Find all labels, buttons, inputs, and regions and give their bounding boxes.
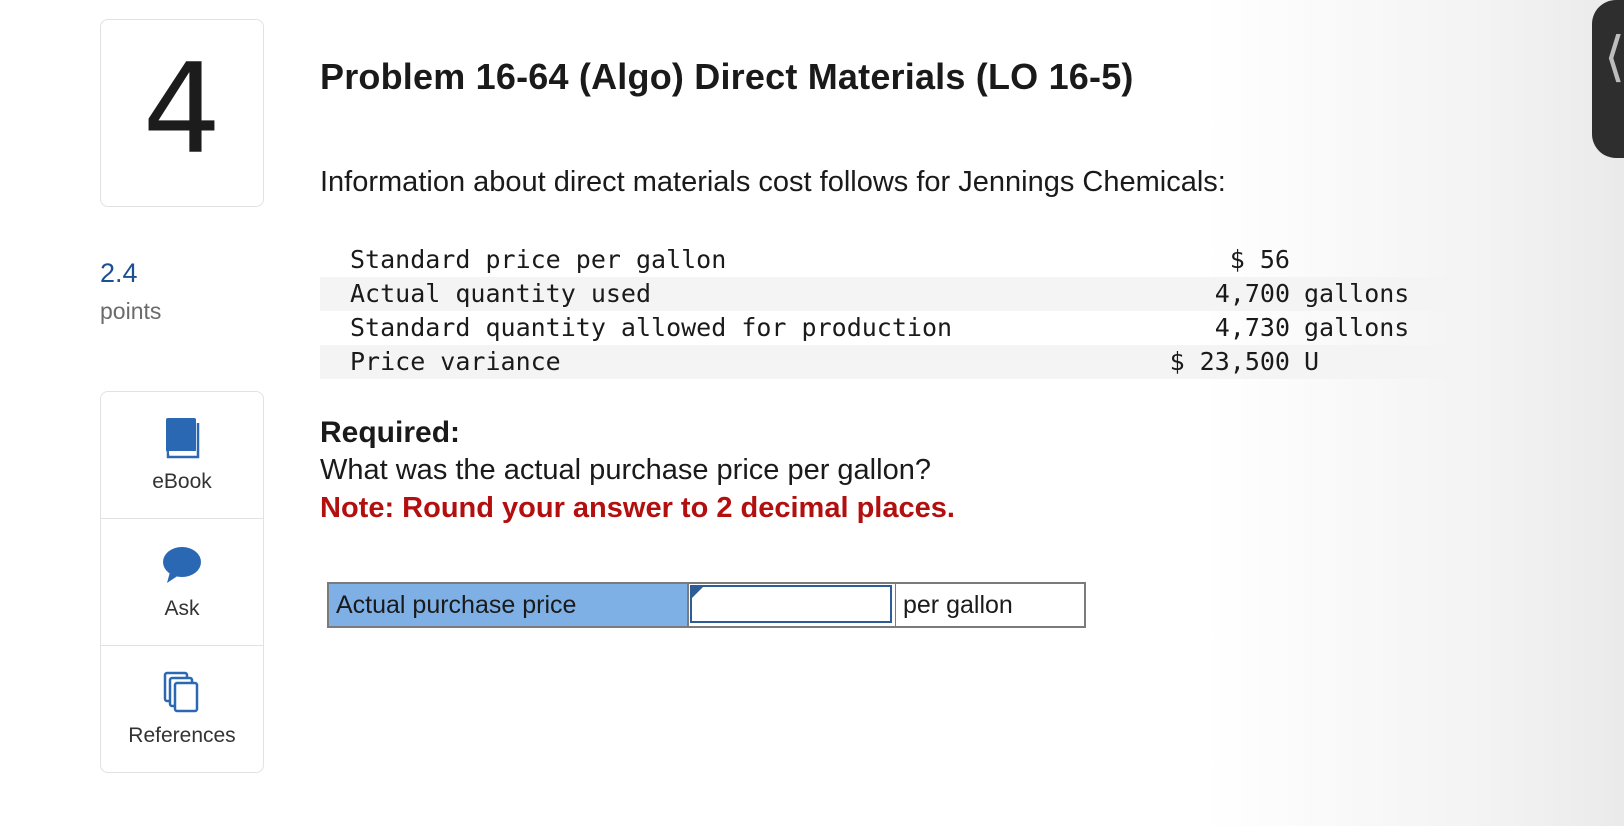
row-unit: gallons <box>1304 279 1410 308</box>
answer-unit: per gallon <box>903 591 1013 619</box>
table-row: Standard price per gallon $ 56 <box>320 243 1464 277</box>
background-shade <box>1204 0 1624 826</box>
rounding-note: Note: Round your answer to 2 decimal pla… <box>320 492 955 524</box>
table-row: Actual quantity used 4,700 gallons <box>320 277 1464 311</box>
book-icon <box>162 416 202 460</box>
tools-panel: eBook Ask References <box>100 391 264 773</box>
answer-label: Actual purchase price <box>329 584 689 626</box>
answer-table: Actual purchase price per gallon <box>327 582 1086 628</box>
row-label: Standard price per gallon <box>350 245 727 274</box>
actual-purchase-price-input[interactable] <box>690 585 892 623</box>
row-unit: U <box>1304 347 1320 376</box>
problem-title: Problem 16-64 (Algo) Direct Materials (L… <box>320 56 1134 97</box>
ask-button[interactable]: Ask <box>101 519 263 646</box>
row-label: Actual quantity used <box>350 279 652 308</box>
required-question: What was the actual purchase price per g… <box>320 454 931 486</box>
row-value: 4,730 <box>1214 313 1290 342</box>
problem-intro: Information about direct materials cost … <box>320 166 1226 198</box>
question-number-card: 4 <box>100 19 264 207</box>
references-button[interactable]: References <box>101 646 263 772</box>
row-unit: gallons <box>1304 313 1410 342</box>
row-label: Price variance <box>350 347 561 376</box>
copy-pages-icon <box>162 670 202 714</box>
references-label: References <box>128 724 236 747</box>
row-label: Standard quantity allowed for production <box>350 313 953 342</box>
chevron-left-icon: ⟨ <box>1604 25 1624 88</box>
question-number: 4 <box>142 38 222 182</box>
table-row: Standard quantity allowed for production… <box>320 311 1464 345</box>
row-value: 4,700 <box>1214 279 1290 308</box>
ebook-label: eBook <box>152 470 212 493</box>
required-heading: Required: <box>320 416 461 449</box>
points-label: points <box>100 298 162 324</box>
table-row: Price variance $ 23,500 U <box>320 345 1464 379</box>
answer-input-cell <box>689 584 896 626</box>
row-value: $ 23,500 <box>1169 347 1290 376</box>
ask-label: Ask <box>164 597 200 620</box>
row-value: $ 56 <box>1229 245 1290 274</box>
ebook-button[interactable]: eBook <box>101 392 263 519</box>
speech-bubble-icon <box>162 543 202 587</box>
materials-data-table: Standard price per gallon $ 56 Actual qu… <box>320 243 1464 379</box>
points-value: 2.4 <box>100 258 138 288</box>
side-panel-toggle[interactable]: ⟨ <box>1592 0 1624 158</box>
